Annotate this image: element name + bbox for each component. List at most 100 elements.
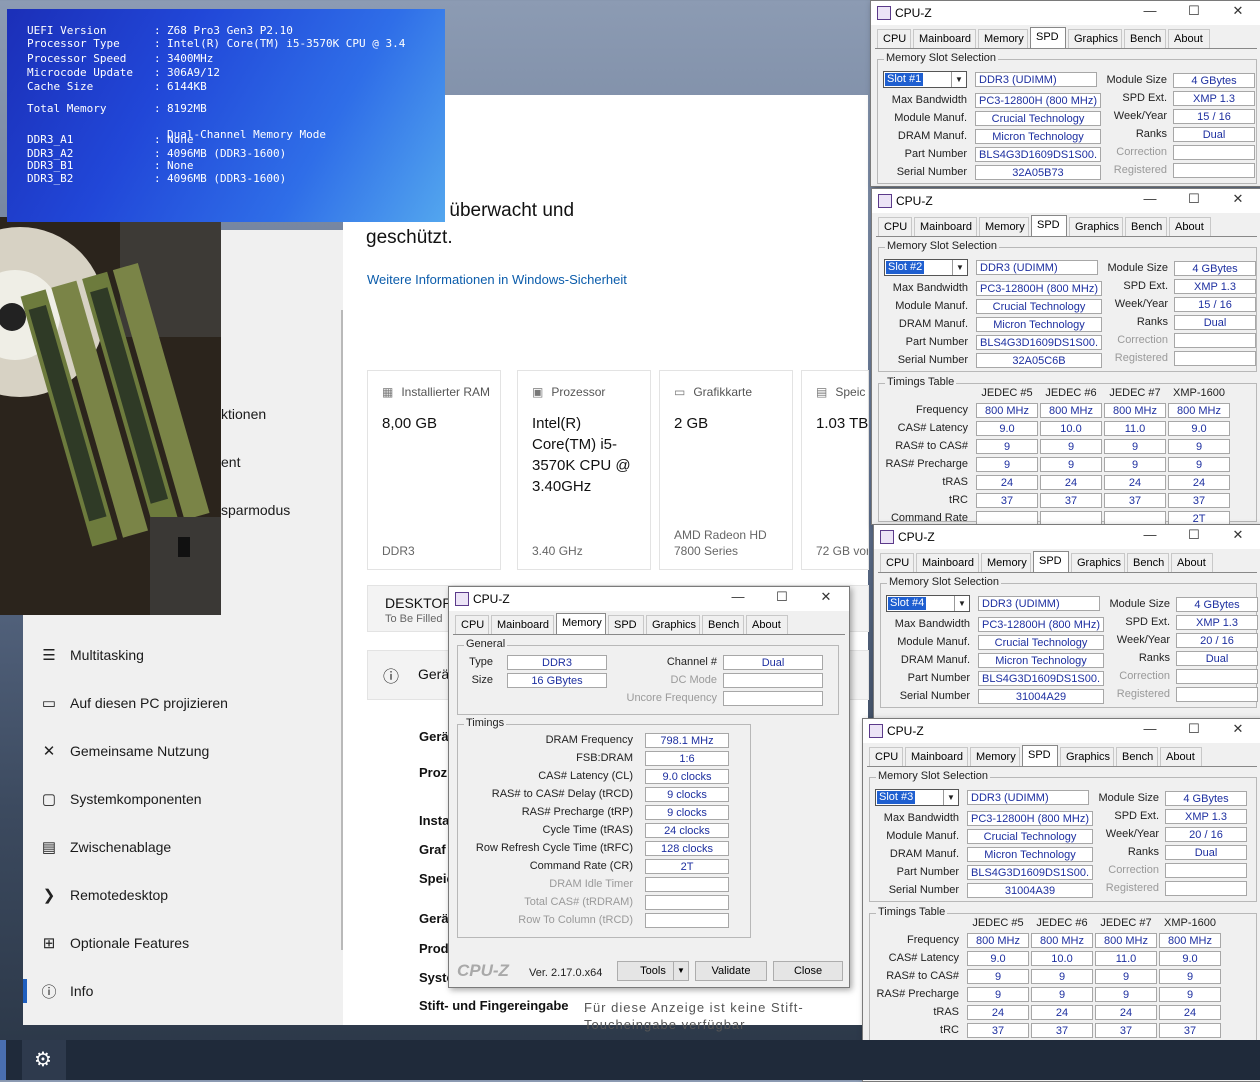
slot-select[interactable]: Slot #4 ▼ [886, 595, 970, 612]
tools-dropdown-arrow[interactable]: ▼ [673, 961, 689, 981]
close-icon[interactable]: ✕ [1223, 527, 1253, 543]
timing-value: 1:6 [645, 751, 729, 766]
timing-value: 9 [1104, 457, 1166, 472]
timing-label: CAS# Latency (CL) [538, 770, 633, 782]
close-button[interactable]: Close [773, 961, 843, 981]
tab-graphics[interactable]: Graphics [1069, 217, 1123, 236]
sidebar-item-partial[interactable]: ktionen [221, 406, 266, 422]
minimize-button[interactable]: — [1135, 527, 1165, 542]
sidebar-item-share[interactable]: ✕ Gemeinsame Nutzung [23, 729, 343, 773]
tab-cpu[interactable]: CPU [878, 217, 912, 236]
tab-bench[interactable]: Bench [702, 615, 744, 634]
tab-mainboard[interactable]: Mainboard [914, 217, 977, 236]
tab-graphics[interactable]: Graphics [1071, 553, 1125, 572]
maximize-button[interactable]: ☐ [1179, 191, 1209, 207]
maximize-button[interactable]: ☐ [767, 589, 797, 605]
tab-mainboard[interactable]: Mainboard [916, 553, 979, 572]
tab-memory[interactable]: Memory [978, 29, 1028, 48]
sidebar-item-info[interactable]: ⓘ Info [23, 969, 343, 1013]
taskbar-app-sliver[interactable] [0, 1040, 6, 1080]
tab-bench[interactable]: Bench [1125, 217, 1167, 236]
minimize-button[interactable]: — [1135, 3, 1165, 18]
tab-cpu[interactable]: CPU [877, 29, 911, 48]
close-icon[interactable]: ✕ [1223, 191, 1253, 207]
slot-select[interactable]: Slot #3 ▼ [875, 789, 959, 806]
tab-spd[interactable]: SPD [608, 615, 644, 634]
cpuz-title-bar: CPU-Z — ☐ ✕ [874, 525, 1260, 549]
tab-bench[interactable]: Bench [1116, 747, 1158, 766]
tab-cpu[interactable]: CPU [880, 553, 914, 572]
field-label: Correction [1119, 670, 1170, 682]
slot-select[interactable]: Slot #1 ▼ [883, 71, 967, 88]
timing-value: 800 MHz [1095, 933, 1157, 948]
memory-type-field: DDR3 (UDIMM) [976, 260, 1098, 275]
tab-memory[interactable]: Memory [970, 747, 1020, 766]
field-part: BLS4G3D1609DS1S00. [967, 865, 1093, 880]
sidebar-item-multitasking[interactable]: ☰ Multitasking [23, 633, 343, 677]
tab-spd[interactable]: SPD [1033, 551, 1069, 572]
timing-value: 800 MHz [1031, 933, 1093, 948]
close-icon[interactable]: ✕ [1223, 3, 1253, 19]
tab-bench[interactable]: Bench [1124, 29, 1166, 48]
tab-cpu[interactable]: CPU [869, 747, 903, 766]
cpuz-app-icon [455, 592, 469, 606]
tab-about[interactable]: About [1171, 553, 1213, 572]
field-part: BLS4G3D1609DS1S00. [975, 147, 1101, 162]
spec-label: Insta [419, 813, 450, 828]
close-icon[interactable]: ✕ [1223, 721, 1253, 737]
tab-bench[interactable]: Bench [1127, 553, 1169, 572]
sidebar-item-partial[interactable]: ent [221, 454, 240, 470]
maximize-button[interactable]: ☐ [1179, 721, 1209, 737]
sidebar-item-project[interactable]: ▭ Auf diesen PC projizieren [23, 681, 343, 725]
tab-spd[interactable]: SPD [1030, 27, 1066, 48]
card-label-row: ▭ Grafikkarte [674, 385, 752, 399]
spec-label: Gerä [419, 729, 449, 744]
timing-value: 128 clocks [645, 841, 729, 856]
tab-about[interactable]: About [1168, 29, 1210, 48]
sidebar-item-components[interactable]: ▢ Systemkomponenten [23, 777, 343, 821]
timing-column-header: JEDEC #6 [1036, 917, 1088, 929]
maximize-button[interactable]: ☐ [1179, 3, 1209, 19]
remote-desktop-icon: ❯ [42, 887, 56, 904]
field-serial: 31004A29 [978, 689, 1104, 704]
tab-about[interactable]: About [746, 615, 788, 634]
tab-graphics[interactable]: Graphics [1068, 29, 1122, 48]
tab-spd[interactable]: SPD [1031, 215, 1067, 236]
tab-about[interactable]: About [1169, 217, 1211, 236]
memory-type-field: DDR3 (UDIMM) [978, 596, 1100, 611]
field-week: 20 / 16 [1176, 633, 1258, 648]
field-label: Serial Number [896, 166, 967, 178]
maximize-button[interactable]: ☐ [1179, 527, 1209, 543]
sidebar-item-clipboard[interactable]: ▤ Zwischenablage [23, 825, 343, 869]
settings-taskbar-button[interactable]: ⚙ [22, 1040, 66, 1080]
timing-column-header: JEDEC #7 [1109, 387, 1161, 399]
card-value: Intel(R) Core(TM) i5-3570K CPU @ 3.40GHz [532, 415, 631, 495]
timing-value: 24 [1031, 1005, 1093, 1020]
sidebar-item-features[interactable]: ⊞ Optionale Features [23, 921, 343, 965]
tab-cpu[interactable]: CPU [455, 615, 489, 634]
tab-graphics[interactable]: Graphics [646, 615, 700, 634]
tab-memory[interactable]: Memory [556, 613, 606, 634]
type-label: Type [469, 656, 493, 668]
tab-mainboard[interactable]: Mainboard [905, 747, 968, 766]
minimize-button[interactable]: — [1135, 191, 1165, 206]
tab-graphics[interactable]: Graphics [1060, 747, 1114, 766]
tab-mainboard[interactable]: Mainboard [913, 29, 976, 48]
tab-spd[interactable]: SPD [1022, 745, 1058, 766]
close-icon[interactable]: ✕ [811, 589, 841, 605]
sidebar-item-partial[interactable]: sparmodus [221, 502, 290, 518]
validate-button[interactable]: Validate [695, 961, 767, 981]
slot-select[interactable]: Slot #2 ▼ [884, 259, 968, 276]
sidebar-item-remote-desktop[interactable]: ❯ Remotedesktop [23, 873, 343, 917]
tab-memory[interactable]: Memory [979, 217, 1029, 236]
cpuz-title-bar: CPU-Z — ☐ ✕ [863, 719, 1260, 743]
bios-value: 3400MHz [167, 52, 214, 65]
minimize-button[interactable]: — [723, 589, 753, 604]
minimize-button[interactable]: — [1135, 721, 1165, 736]
field-part: BLS4G3D1609DS1S00. [976, 335, 1102, 350]
security-link[interactable]: Weitere Informationen in Windows-Sicherh… [367, 272, 627, 287]
tab-mainboard[interactable]: Mainboard [491, 615, 554, 634]
tab-memory[interactable]: Memory [981, 553, 1031, 572]
bios-key: DDR3_B1 [27, 159, 74, 172]
tab-about[interactable]: About [1160, 747, 1202, 766]
